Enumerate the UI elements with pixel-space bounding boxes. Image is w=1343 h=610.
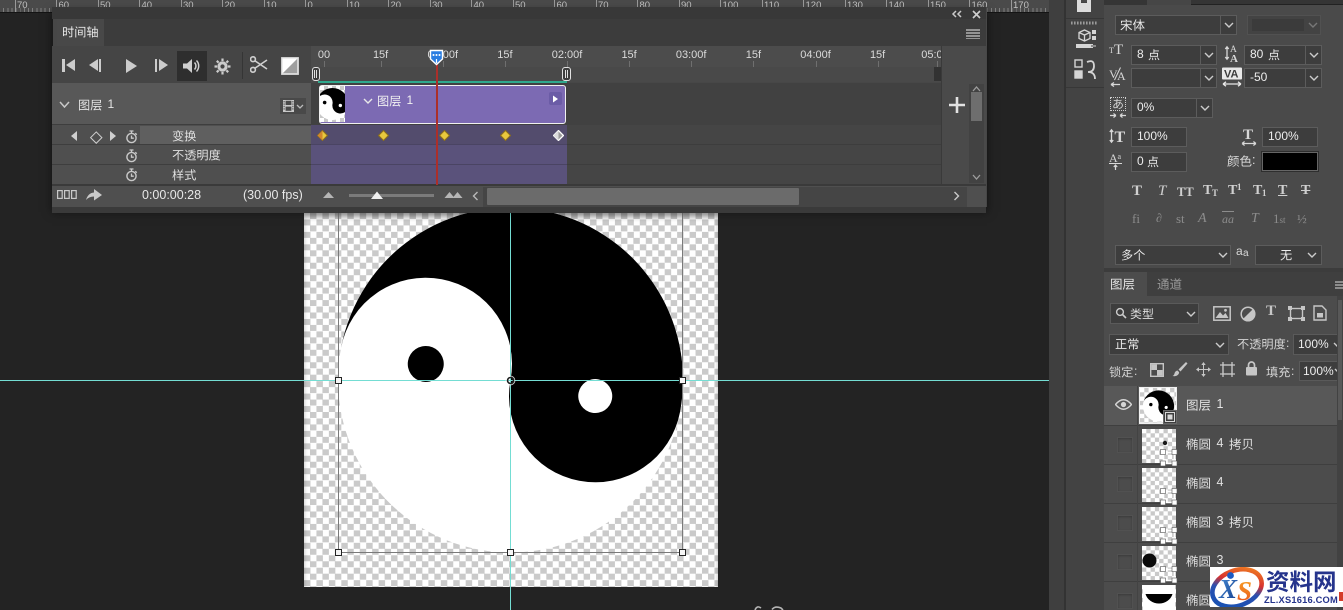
svg-text:A: A: [1230, 53, 1238, 63]
svg-text:T: T: [1115, 129, 1126, 145]
svg-text:VA: VA: [1224, 69, 1239, 81]
svg-text:T: T: [1243, 127, 1253, 143]
svg-text:S: S: [1237, 576, 1252, 606]
svg-text:a: a: [1118, 152, 1122, 161]
svg-text:X: X: [1218, 574, 1238, 604]
